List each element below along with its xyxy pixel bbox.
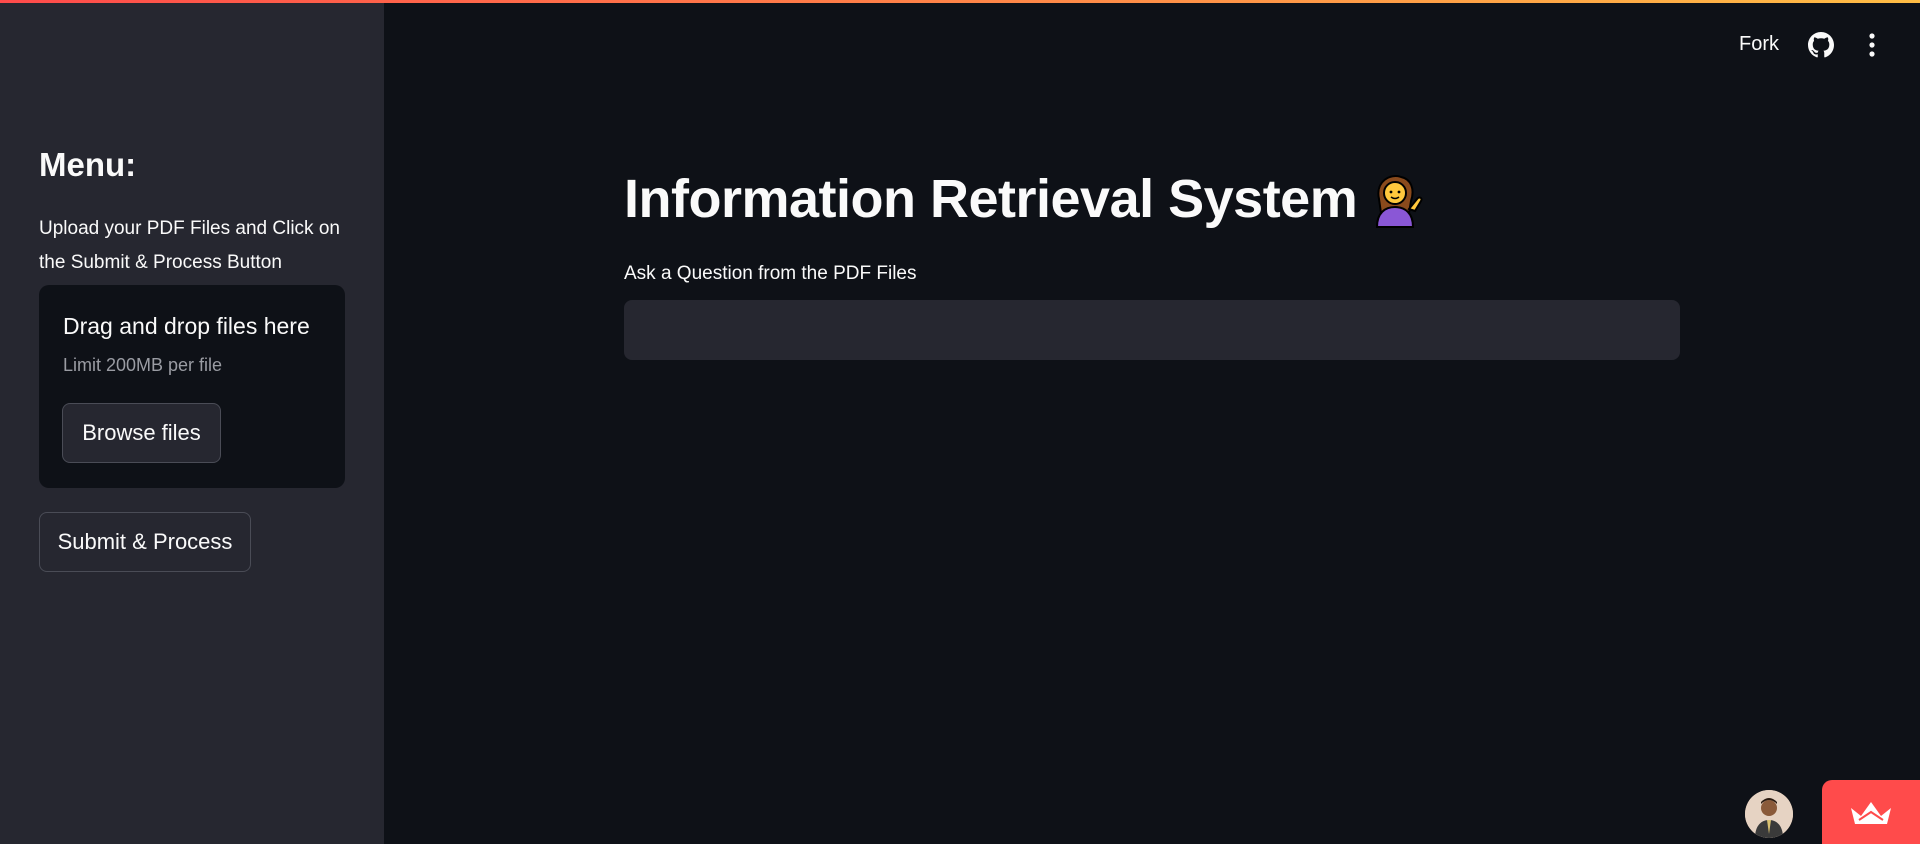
uploader-title: Drag and drop files here [63, 313, 310, 339]
streamlit-crown-icon [1851, 802, 1891, 824]
sidebar-description: Upload your PDF Files and Click on the S… [39, 218, 340, 273]
github-icon[interactable] [1808, 32, 1834, 58]
page-title-text: Information Retrieval System [624, 169, 1358, 229]
sidebar-heading: Menu: [39, 146, 137, 183]
uploader-limit: Limit 200MB per file [63, 355, 223, 375]
avatar[interactable] [1745, 790, 1793, 838]
browse-files-button[interactable]: Browse files [62, 403, 221, 463]
submit-process-button[interactable]: Submit & Process [39, 512, 251, 572]
question-label: Ask a Question from the PDF Files [624, 263, 917, 284]
top-decoration-bar [0, 0, 1920, 3]
question-input[interactable] [624, 300, 1680, 360]
sidebar: Menu: Upload your PDF Files and Click on… [0, 0, 384, 844]
fork-link[interactable]: Fork [1739, 33, 1779, 56]
woman-tipping-hand-emoji-icon [1365, 169, 1425, 229]
file-uploader-dropzone[interactable]: Drag and drop files here Limit 200MB per… [39, 285, 345, 488]
more-vertical-icon[interactable] [1862, 32, 1882, 58]
page-title: Information Retrieval System [624, 168, 1425, 230]
streamlit-badge[interactable] [1822, 780, 1920, 844]
